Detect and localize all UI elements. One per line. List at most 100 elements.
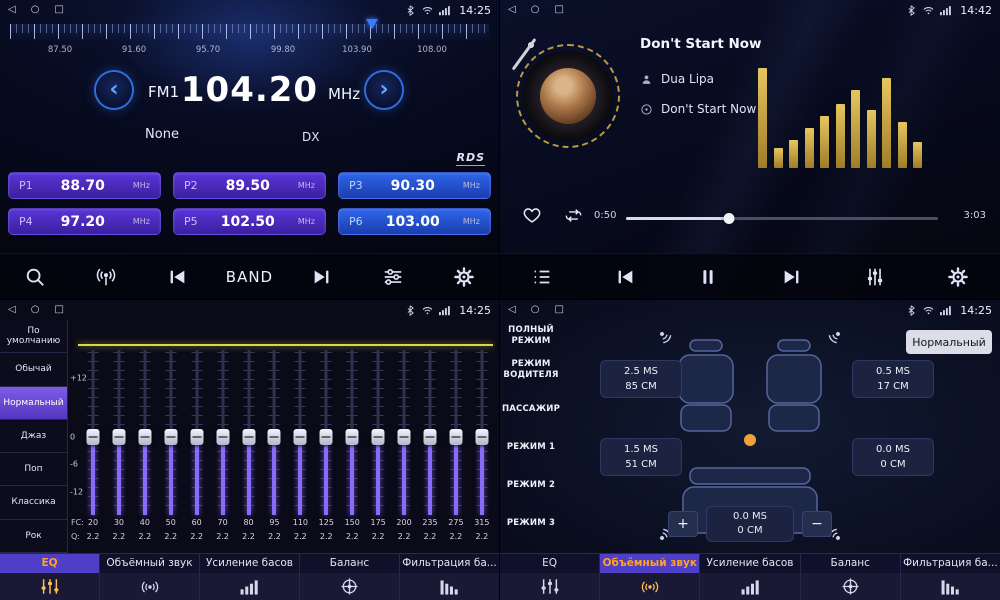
- eq-band-slider[interactable]: [393, 350, 415, 515]
- playlist-button[interactable]: [520, 261, 564, 293]
- eq-band-slider[interactable]: [367, 350, 389, 515]
- prev-track-button[interactable]: [603, 261, 647, 293]
- preset-button-p5[interactable]: P5 102.50 MHz: [173, 208, 326, 235]
- tab-filter[interactable]: Фильтрация ба...: [901, 554, 1000, 600]
- preset-button-p1[interactable]: P1 88.70 MHz: [8, 172, 161, 199]
- eq-band-slider[interactable]: [186, 350, 208, 515]
- eq-band-slider[interactable]: [212, 350, 234, 515]
- eq-preset-default[interactable]: По умолчанию: [0, 320, 67, 353]
- eq-band-slider[interactable]: [108, 350, 130, 515]
- recents-icon[interactable]: □: [554, 300, 563, 320]
- home-icon[interactable]: ○: [31, 300, 40, 320]
- recents-icon[interactable]: □: [554, 0, 563, 20]
- eq-preset-classic[interactable]: Классика: [0, 486, 67, 519]
- preset-button-p3[interactable]: P3 90.30 MHz: [338, 172, 491, 199]
- recents-icon[interactable]: □: [54, 300, 63, 320]
- eq-band-slider[interactable]: [238, 350, 260, 515]
- eq-slider-knob[interactable]: [294, 429, 307, 445]
- band-button[interactable]: BAND: [226, 261, 273, 293]
- next-track-button[interactable]: [770, 261, 814, 293]
- preset-button-p2[interactable]: P2 89.50 MHz: [173, 172, 326, 199]
- tuning-scale[interactable]: [10, 24, 489, 42]
- eq-band-slider[interactable]: [160, 350, 182, 515]
- back-icon[interactable]: ◁: [8, 0, 16, 20]
- home-icon[interactable]: ○: [31, 0, 40, 20]
- eq-preset-jazz[interactable]: Джаз: [0, 420, 67, 453]
- increase-delay-button[interactable]: +: [668, 511, 698, 537]
- eq-slider-knob[interactable]: [268, 429, 281, 445]
- eq-slider-knob[interactable]: [190, 429, 203, 445]
- eq-band-slider[interactable]: [341, 350, 363, 515]
- eq-slider-knob[interactable]: [423, 429, 436, 445]
- favorite-button[interactable]: [522, 205, 542, 225]
- recents-icon[interactable]: □: [54, 0, 63, 20]
- pause-button[interactable]: [686, 261, 730, 293]
- tab-surround-sound[interactable]: Объёмный звук: [600, 554, 700, 600]
- eq-slider-knob[interactable]: [242, 429, 255, 445]
- tab-bass-boost[interactable]: Усиление басов: [200, 554, 300, 600]
- eq-slider-knob[interactable]: [164, 429, 177, 445]
- decrease-delay-button[interactable]: −: [802, 511, 832, 537]
- progress-bar[interactable]: [626, 217, 938, 220]
- tab-filter[interactable]: Фильтрация ба...: [400, 554, 499, 600]
- eq-band-slider[interactable]: [315, 350, 337, 515]
- mode-1-button[interactable]: РЕЖИМ 1: [500, 436, 562, 460]
- back-icon[interactable]: ◁: [508, 0, 516, 20]
- search-button[interactable]: [13, 261, 57, 293]
- home-icon[interactable]: ○: [531, 0, 540, 20]
- progress-knob[interactable]: [723, 213, 734, 224]
- repeat-button[interactable]: [564, 206, 583, 225]
- eq-slider-knob[interactable]: [398, 429, 411, 445]
- eq-band-slider[interactable]: [419, 350, 441, 515]
- preset-button-p4[interactable]: P4 97.20 MHz: [8, 208, 161, 235]
- front-right-delay-button[interactable]: 0.5 MS 17 CM: [852, 360, 934, 398]
- eq-band-slider[interactable]: [263, 350, 285, 515]
- back-icon[interactable]: ◁: [508, 300, 516, 320]
- mode-3-button[interactable]: РЕЖИМ 3: [500, 512, 562, 536]
- broadcast-button[interactable]: [84, 261, 128, 293]
- eq-preset-custom[interactable]: Обычай: [0, 353, 67, 386]
- eq-band-slider[interactable]: [445, 350, 467, 515]
- eq-slider-knob[interactable]: [449, 429, 462, 445]
- tab-eq[interactable]: EQ: [500, 554, 600, 600]
- back-icon[interactable]: ◁: [8, 300, 16, 320]
- eq-preset-rock[interactable]: Рок: [0, 520, 67, 553]
- eq-band-slider[interactable]: [471, 350, 493, 515]
- prev-track-button[interactable]: [155, 261, 199, 293]
- mode-2-button[interactable]: РЕЖИМ 2: [500, 474, 562, 498]
- mode-driver-button[interactable]: РЕЖИМ ВОДИТЕЛЯ: [500, 356, 562, 383]
- tab-eq[interactable]: EQ: [0, 554, 100, 600]
- tab-bass-boost[interactable]: Усиление басов: [700, 554, 800, 600]
- eq-band-slider[interactable]: [134, 350, 156, 515]
- rear-left-delay-button[interactable]: 1.5 MS 51 CM: [600, 438, 682, 476]
- next-track-button[interactable]: [300, 261, 344, 293]
- eq-preset-normal[interactable]: Нормальный: [0, 387, 67, 420]
- listening-position-dot[interactable]: [744, 434, 756, 446]
- eq-slider-knob[interactable]: [372, 429, 385, 445]
- home-icon[interactable]: ○: [531, 300, 540, 320]
- eq-slider-knob[interactable]: [138, 429, 151, 445]
- tab-balance[interactable]: Баланс: [801, 554, 901, 600]
- front-left-delay-button[interactable]: 2.5 MS 85 CM: [600, 360, 682, 398]
- eq-slider-knob[interactable]: [216, 429, 229, 445]
- next-station-button[interactable]: ›: [366, 72, 402, 108]
- settings-button[interactable]: [936, 261, 980, 293]
- rear-right-delay-button[interactable]: 0.0 MS 0 CM: [852, 438, 934, 476]
- eq-slider-knob[interactable]: [475, 429, 488, 445]
- profile-button[interactable]: Нормальный: [906, 330, 992, 354]
- eq-preset-pop[interactable]: Поп: [0, 453, 67, 486]
- mode-full-button[interactable]: ПОЛНЫЙ РЕЖИМ: [500, 322, 562, 349]
- eq-band-slider[interactable]: [82, 350, 104, 515]
- preset-button-p6[interactable]: P6 103.00 MHz: [338, 208, 491, 235]
- eq-slider-knob[interactable]: [320, 429, 333, 445]
- settings-button[interactable]: [442, 261, 486, 293]
- tab-surround-sound[interactable]: Объёмный звук: [100, 554, 200, 600]
- eq-slider-knob[interactable]: [87, 429, 100, 445]
- audio-settings-button[interactable]: [853, 261, 897, 293]
- eq-band-slider[interactable]: [289, 350, 311, 515]
- eq-slider-knob[interactable]: [112, 429, 125, 445]
- tab-balance[interactable]: Баланс: [300, 554, 400, 600]
- eq-slider-knob[interactable]: [346, 429, 359, 445]
- mode-passenger-button[interactable]: ПАССАЖИР: [500, 398, 562, 422]
- audio-settings-button[interactable]: [371, 261, 415, 293]
